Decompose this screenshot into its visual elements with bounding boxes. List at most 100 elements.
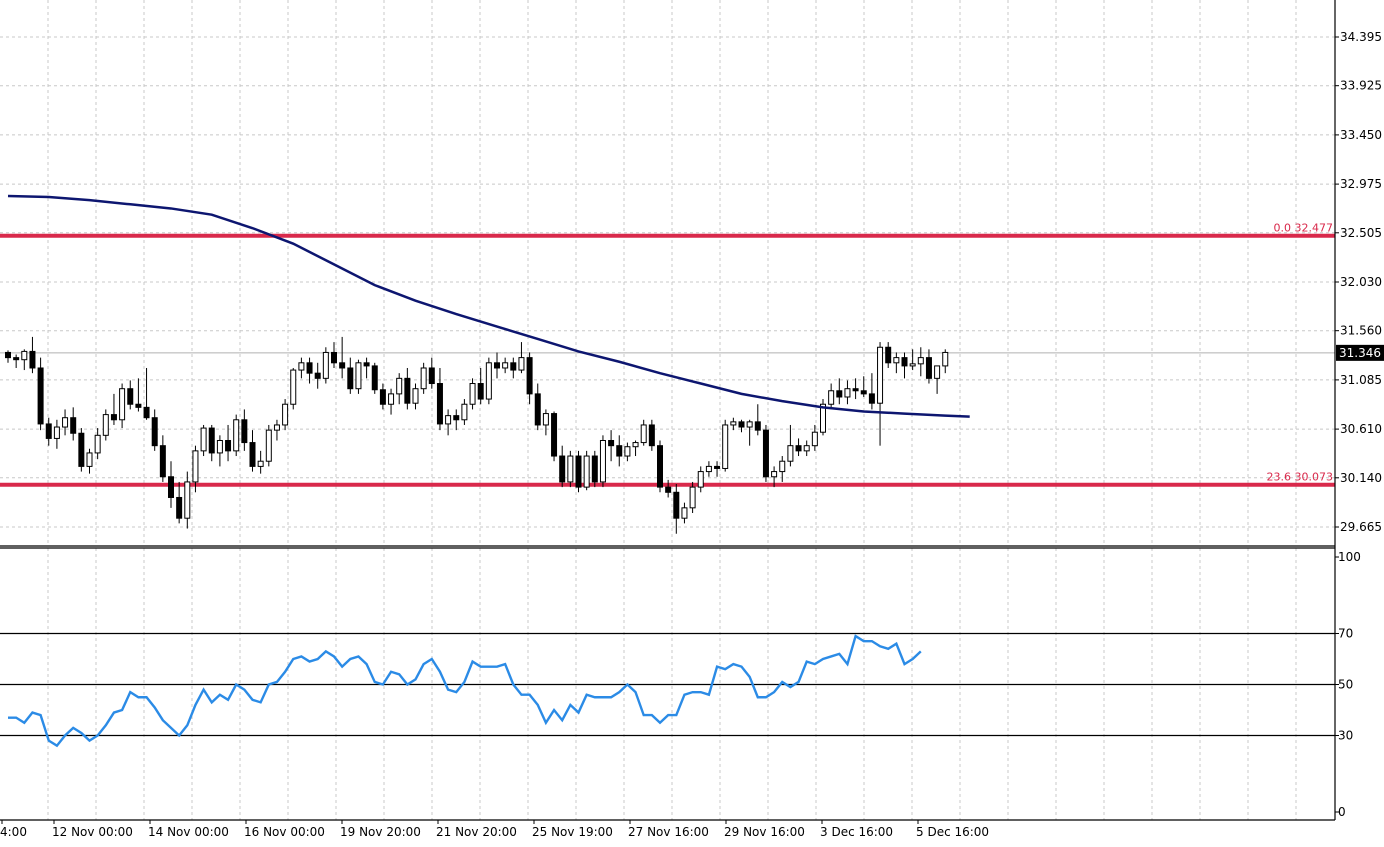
candle-body xyxy=(518,357,525,371)
candle-body xyxy=(322,351,329,379)
price-tick-label: 31.085 xyxy=(1340,373,1382,387)
candle xyxy=(322,347,329,384)
candle-body xyxy=(78,432,85,467)
chart-root: 0.0 32.477 23.6 30.073 34.395 33.925 33.450… xyxy=(0,0,1384,843)
candle-body xyxy=(404,377,411,404)
fib-level-label: 0.0 32.477 xyxy=(1274,222,1333,235)
candle-body xyxy=(445,415,452,425)
candle-body xyxy=(13,357,20,361)
candle-body xyxy=(485,362,492,400)
candle-body xyxy=(673,491,680,519)
candle-body xyxy=(21,350,28,361)
price-tick-label: 32.975 xyxy=(1340,177,1382,191)
fib-level-label: 23.6 30.073 xyxy=(1267,471,1333,484)
candle-body xyxy=(282,403,289,426)
time-tick-label: 27 Nov 16:00 xyxy=(628,825,709,839)
candle-body xyxy=(453,415,460,421)
candle xyxy=(78,428,85,472)
candle-body xyxy=(70,417,77,434)
candle-body xyxy=(127,388,134,405)
candle-body xyxy=(787,445,794,462)
candle-body xyxy=(290,369,297,405)
candle-body xyxy=(110,414,117,421)
candle-body xyxy=(681,507,688,519)
candle-body xyxy=(241,419,248,444)
time-tick-label: 12 Nov 00:00 xyxy=(52,825,133,839)
candle-body xyxy=(526,357,533,395)
candle-body xyxy=(62,417,69,428)
candle-body xyxy=(5,351,11,359)
candle-body xyxy=(225,439,232,452)
candle-body xyxy=(510,362,517,371)
candle-body xyxy=(762,429,769,478)
candle-body xyxy=(216,439,223,454)
candle-body xyxy=(665,486,672,493)
candle xyxy=(575,450,582,493)
current-price-badge: 31.346 xyxy=(1336,344,1384,361)
candle-body xyxy=(779,460,786,473)
candle-body xyxy=(102,414,109,436)
candle-body xyxy=(714,465,721,469)
candle-body xyxy=(640,424,647,444)
candle-body xyxy=(901,357,908,367)
candle-body xyxy=(461,403,468,421)
price-tick-label: 30.610 xyxy=(1340,422,1382,436)
candle-body xyxy=(233,419,240,452)
price-tick-label: 32.505 xyxy=(1340,226,1382,240)
candle xyxy=(290,367,297,410)
candle-body xyxy=(355,362,362,390)
candle-body xyxy=(314,372,321,379)
candle-body xyxy=(339,362,346,369)
candle-body xyxy=(184,481,191,519)
candle xyxy=(551,411,558,462)
candle-body xyxy=(159,445,166,478)
candle-body xyxy=(616,445,623,457)
candle xyxy=(233,414,240,457)
candle-body xyxy=(502,362,509,369)
time-tick-label: 4:00 xyxy=(0,825,27,839)
candle-body xyxy=(893,357,900,364)
candle xyxy=(820,399,826,436)
candle-body xyxy=(803,445,810,452)
candle-body xyxy=(632,442,639,448)
candle xyxy=(567,450,574,488)
time-tick-label: 14 Nov 00:00 xyxy=(148,825,229,839)
candle xyxy=(265,424,272,467)
candle-body xyxy=(795,445,802,452)
candle xyxy=(762,424,769,482)
candle xyxy=(591,450,598,488)
candle-body xyxy=(844,388,851,398)
candle-body xyxy=(388,393,395,405)
candle-body xyxy=(608,439,615,447)
chart-svg: 0.0 32.477 23.6 30.073 34.395 33.925 33.450… xyxy=(0,0,1384,843)
candle-body xyxy=(298,362,305,371)
candle-body xyxy=(689,486,696,509)
candle-body xyxy=(771,471,778,478)
time-tick-label: 29 Nov 16:00 xyxy=(724,825,805,839)
candle-body xyxy=(94,434,101,454)
time-tick-label: 3 Dec 16:00 xyxy=(820,825,893,839)
price-tick-label: 31.560 xyxy=(1340,324,1382,338)
candle-body xyxy=(86,452,93,467)
candle-body xyxy=(29,350,36,369)
candle-body xyxy=(396,377,403,395)
rsi-tick-label: 0 xyxy=(1338,805,1346,819)
candle-body xyxy=(494,362,500,369)
candle-body xyxy=(575,455,582,488)
time-tick-label: 16 Nov 00:00 xyxy=(244,825,325,839)
candle-body xyxy=(583,455,590,488)
candle-body xyxy=(811,431,818,447)
candle-body xyxy=(852,388,859,392)
price-tick-label: 34.395 xyxy=(1340,30,1382,44)
candle-body xyxy=(45,423,52,439)
candle-body xyxy=(925,357,932,379)
candle-body xyxy=(168,476,174,498)
candle-body xyxy=(37,367,44,425)
candle-body xyxy=(722,424,729,469)
candle-body xyxy=(591,455,598,483)
candle-body xyxy=(567,455,574,483)
candle-body xyxy=(119,388,126,421)
candle-body xyxy=(436,383,443,425)
candle-body xyxy=(697,471,704,488)
candle-body xyxy=(754,421,761,431)
